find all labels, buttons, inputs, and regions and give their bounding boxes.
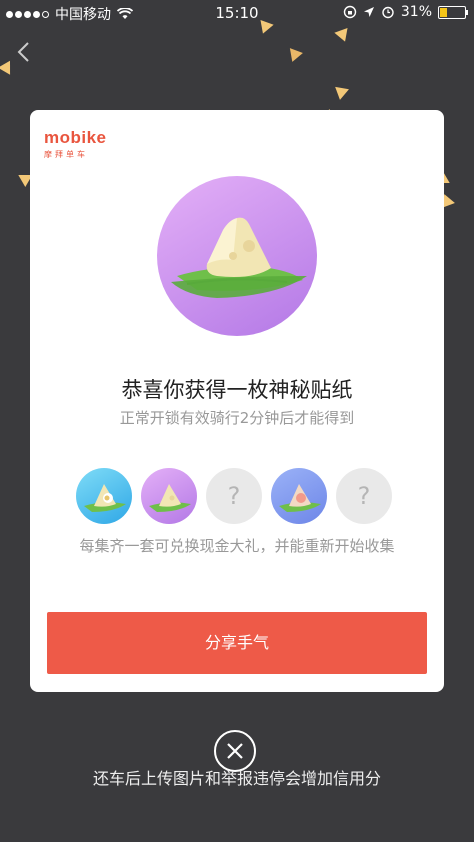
unknown-sticker-mark: ?	[227, 482, 241, 510]
sticker-slot-3[interactable]: ?	[206, 468, 262, 524]
back-chevron-icon[interactable]	[14, 40, 34, 64]
mobike-logo: mobike 摩拜单车	[44, 128, 107, 160]
zongzi-purple-icon	[149, 484, 191, 512]
battery-icon	[438, 5, 468, 19]
logo-subtitle: 摩拜单车	[44, 150, 88, 159]
alarm-icon	[382, 6, 394, 19]
rotation-lock-icon	[343, 5, 357, 19]
card-subtitle: 正常开锁有效骑行2分钟后才能得到	[119, 409, 355, 427]
share-luck-button[interactable]: 分享手气	[47, 612, 427, 674]
sticker-slot-2[interactable]	[141, 468, 197, 524]
zongzi-icon	[171, 217, 307, 298]
reward-card: mobike 摩拜单车 恭喜你获得一枚神秘贴纸 正常开锁有效骑行2分钟后才能得到	[30, 110, 444, 692]
status-right: 31%	[343, 4, 468, 20]
sticker-hero-image	[157, 176, 317, 336]
zongzi-periwinkle-icon	[279, 484, 321, 512]
logo-brand: mobike	[44, 128, 107, 147]
sticker-slot-1[interactable]	[76, 468, 132, 524]
unknown-sticker-mark: ?	[357, 482, 371, 510]
sticker-collection: ? ?	[76, 468, 392, 524]
zongzi-blue-icon	[84, 484, 126, 512]
sticker-slot-5[interactable]: ?	[336, 468, 392, 524]
card-title: 恭喜你获得一枚神秘贴纸	[121, 378, 353, 402]
battery-percent: 31%	[400, 4, 432, 20]
status-bar: 中国移动 15:10 31%	[0, 0, 474, 26]
footer-note: 还车后上传图片和举报违停会增加信用分	[92, 769, 381, 788]
location-arrow-icon	[363, 7, 374, 17]
sticker-slot-4[interactable]	[271, 468, 327, 524]
collection-hint: 每集齐一套可兑换现金大礼，并能重新开始收集	[79, 537, 395, 555]
